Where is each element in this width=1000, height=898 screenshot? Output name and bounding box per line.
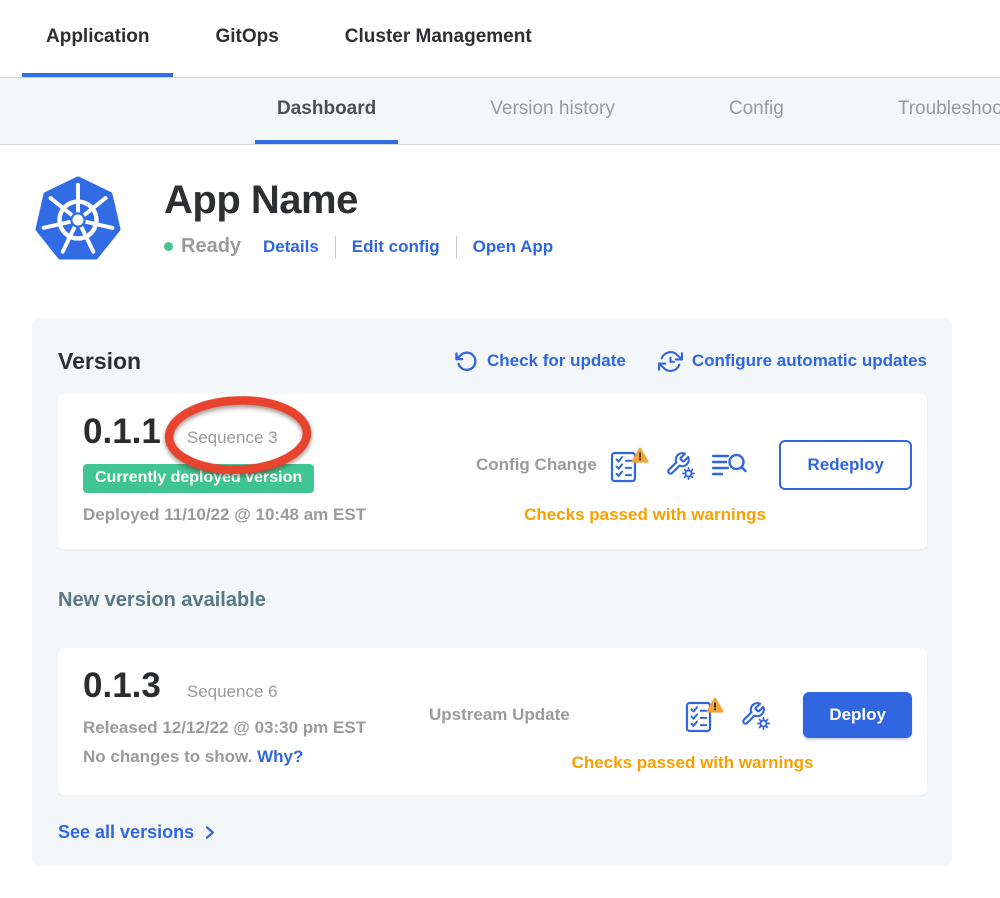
tab-dashboard-label: Dashboard xyxy=(277,98,376,120)
tab-config[interactable]: Config xyxy=(707,78,806,144)
why-link[interactable]: Why? xyxy=(257,747,303,766)
tab-troubleshoot[interactable]: Troubleshoot xyxy=(876,78,1000,144)
currently-deployed-badge: Currently deployed version xyxy=(83,464,314,493)
tab-gitops[interactable]: GitOps xyxy=(191,0,302,77)
file-diff-search-icon[interactable] xyxy=(711,451,749,480)
tab-cluster-management[interactable]: Cluster Management xyxy=(321,0,556,77)
deployed-timestamp: Deployed 11/10/22 @ 10:48 am EST xyxy=(83,505,418,525)
main-content: App Name Ready Details Edit config Open … xyxy=(0,145,1000,866)
status-row: Ready Details Edit config Open App xyxy=(164,235,553,258)
available-version-actions: Upstream Update xyxy=(403,692,912,777)
checks-status-current: Checks passed with warnings xyxy=(418,505,912,525)
version-check-icons xyxy=(684,697,773,734)
current-version-sequence: Sequence 3 xyxy=(187,428,278,448)
available-version-number: 0.1.3 xyxy=(83,666,161,706)
checks-status-available: Checks passed with warnings xyxy=(403,753,912,773)
version-panel-header: Version Check for update xyxy=(58,346,927,376)
deploy-button[interactable]: Deploy xyxy=(803,692,912,738)
current-version-info: 0.1.1 Sequence 3 Currently deployed vers… xyxy=(83,412,418,531)
current-version-number: 0.1.1 xyxy=(83,412,161,452)
see-all-versions-link[interactable]: See all versions xyxy=(58,822,218,843)
no-changes-note: No changes to show. Why? xyxy=(83,747,403,767)
tab-gitops-label: GitOps xyxy=(215,26,278,48)
checklist-warning-icon[interactable] xyxy=(684,697,725,734)
new-version-available-heading: New version available xyxy=(58,589,927,612)
available-version-sequence: Sequence 6 xyxy=(187,682,278,702)
tab-cluster-management-label: Cluster Management xyxy=(345,26,532,48)
edit-config-link[interactable]: Edit config xyxy=(352,237,440,257)
see-all-versions-label: See all versions xyxy=(58,822,194,843)
chevron-right-icon xyxy=(201,824,218,841)
divider xyxy=(335,236,336,258)
tab-application-label: Application xyxy=(46,26,149,48)
current-version-actions: Config Change xyxy=(418,440,912,531)
checklist-warning-icon[interactable] xyxy=(609,447,650,484)
kubernetes-logo xyxy=(34,176,122,264)
secondary-nav: Dashboard Version history Config Trouble… xyxy=(0,77,1000,145)
primary-nav: Application GitOps Cluster Management xyxy=(0,0,1000,77)
tab-config-label: Config xyxy=(729,98,784,120)
tab-dashboard[interactable]: Dashboard xyxy=(255,78,398,144)
check-for-update-link[interactable]: Check for update xyxy=(455,350,626,373)
status-dot-icon xyxy=(164,242,173,251)
version-source-label: Upstream Update xyxy=(429,705,570,725)
available-version-info: 0.1.3 Sequence 6 Released 12/12/22 @ 03:… xyxy=(83,666,403,777)
wrench-gear-icon[interactable] xyxy=(663,450,698,481)
version-actions: Check for update Configure automatic upd… xyxy=(455,349,927,374)
divider xyxy=(456,236,457,258)
auto-update-clock-icon xyxy=(658,349,683,374)
redeploy-button[interactable]: Redeploy xyxy=(779,440,912,490)
tab-application[interactable]: Application xyxy=(22,0,173,77)
open-app-link[interactable]: Open App xyxy=(473,237,554,257)
available-version-card: 0.1.3 Sequence 6 Released 12/12/22 @ 03:… xyxy=(58,648,927,795)
page-title: App Name xyxy=(164,178,553,223)
refresh-icon xyxy=(455,350,478,373)
configure-automatic-updates-link[interactable]: Configure automatic updates xyxy=(658,349,927,374)
version-source-label: Config Change xyxy=(476,455,597,475)
tab-troubleshoot-label: Troubleshoot xyxy=(898,98,1000,120)
app-header: App Name Ready Details Edit config Open … xyxy=(0,176,1000,264)
check-for-update-label: Check for update xyxy=(487,351,626,371)
current-version-card: 0.1.1 Sequence 3 Currently deployed vers… xyxy=(58,394,927,549)
status-badge: Ready xyxy=(181,235,241,258)
details-link[interactable]: Details xyxy=(263,237,319,257)
tab-version-history-label: Version history xyxy=(490,98,615,120)
released-timestamp: Released 12/12/22 @ 03:30 pm EST xyxy=(83,718,403,738)
configure-automatic-updates-label: Configure automatic updates xyxy=(692,351,927,371)
tab-version-history[interactable]: Version history xyxy=(468,78,637,144)
version-heading: Version xyxy=(58,348,141,375)
version-check-icons xyxy=(609,447,749,484)
version-panel: Version Check for update xyxy=(32,318,952,866)
wrench-gear-icon[interactable] xyxy=(738,700,773,731)
app-header-text: App Name Ready Details Edit config Open … xyxy=(164,176,553,264)
